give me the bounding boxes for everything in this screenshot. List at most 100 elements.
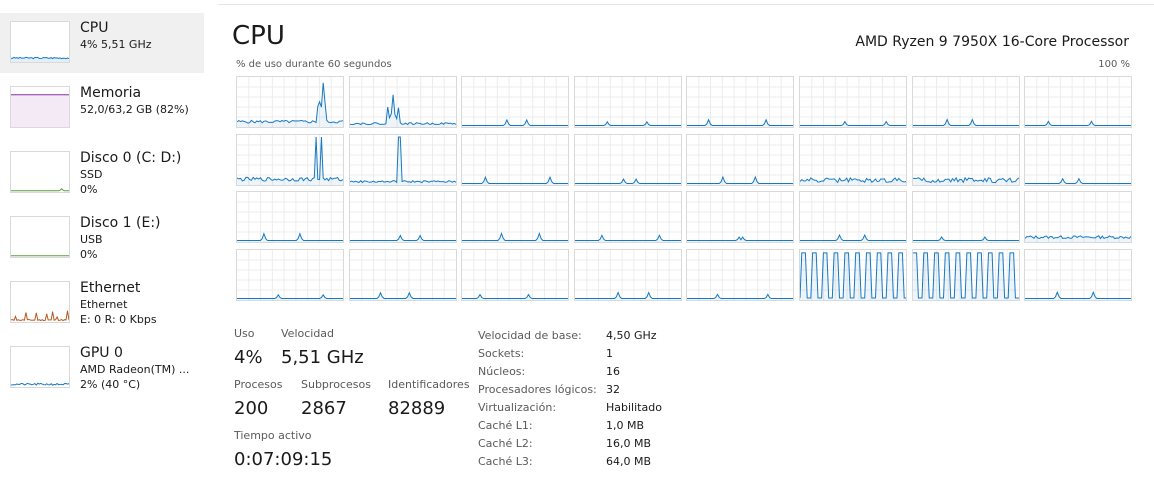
logical-processor-graph xyxy=(236,133,344,186)
logical-processor-graph xyxy=(348,248,457,301)
logical-processor-graph xyxy=(911,248,1020,301)
graph-caption: % de uso durante 60 segundos xyxy=(236,59,392,70)
sidebar-item-title: GPU 0 xyxy=(80,345,123,361)
logical-processor-graph xyxy=(236,76,344,128)
stat-label: Tiempo activo xyxy=(234,429,312,442)
sidebar-item-detail: Ethernet xyxy=(80,298,128,311)
detail-value: 32 xyxy=(606,383,620,396)
sidebar-item-detail: 0% xyxy=(80,183,98,196)
detail-row: Núcleos: 16 xyxy=(478,363,662,381)
sidebar-item-title: Ethernet xyxy=(80,280,141,296)
sidebar-item-detail: 0% xyxy=(80,248,98,261)
stat-label: Identificadores xyxy=(388,378,470,391)
logical-processor-graph xyxy=(236,191,344,243)
graph-max-label: 100 % xyxy=(1098,59,1130,70)
logical-processor-graph xyxy=(1024,248,1133,301)
logical-processor-graph xyxy=(1024,76,1133,128)
logical-processor-graph xyxy=(799,133,907,186)
sidebar-item-title: Memoria xyxy=(80,85,142,101)
logical-processor-graph xyxy=(686,191,795,243)
sidebar-item-detail: SSD xyxy=(80,168,103,181)
detail-key: Procesadores lógicos: xyxy=(478,383,597,396)
cpu-performance-panel: CPU AMD Ryzen 9 7950X 16-Core Processor … xyxy=(232,0,1154,483)
stat-label: Subprocesos xyxy=(301,378,371,391)
stat-value: 200 xyxy=(234,398,269,419)
detail-key: Velocidad de base: xyxy=(478,329,582,342)
stat-value: 4% xyxy=(234,347,263,368)
stat-procesos: Procesos 200 xyxy=(234,378,282,420)
detail-row: Caché L1: 1,0 MB xyxy=(478,417,662,435)
logical-processor-graph xyxy=(461,76,570,128)
cpu-mini-graph-icon xyxy=(10,21,70,63)
detail-value: Habilitado xyxy=(606,401,662,414)
logical-processor-graph xyxy=(1024,133,1133,186)
logical-processor-graph xyxy=(461,133,570,186)
sidebar-item-title: CPU xyxy=(80,20,109,36)
stat-velocidad: Velocidad 5,51 GHz xyxy=(281,327,364,369)
sidebar-item-detail: 4% 5,51 GHz xyxy=(80,38,152,51)
detail-row: Velocidad de base: 4,50 GHz xyxy=(478,327,662,345)
detail-row: Procesadores lógicos: 32 xyxy=(478,381,662,399)
logical-processor-graph xyxy=(461,248,570,301)
logical-processor-graph xyxy=(573,191,682,243)
disk-mini-graph-icon xyxy=(10,151,70,193)
logical-processor-graph xyxy=(1024,191,1133,243)
sidebar-item-memory[interactable]: Memoria 52,0/63,2 GB (82%) xyxy=(0,78,204,138)
logical-processor-graph xyxy=(799,248,907,301)
detail-key: Virtualización: xyxy=(478,401,557,414)
logical-processor-graph xyxy=(573,76,682,128)
sidebar-item-ethernet[interactable]: Ethernet Ethernet E: 0 R: 0 Kbps xyxy=(0,273,204,333)
logical-processor-graph xyxy=(911,133,1020,186)
resource-sidebar: CPU 4% 5,51 GHz Memoria 52,0/63,2 GB (82… xyxy=(0,13,204,403)
stat-uso: Uso 4% xyxy=(234,327,263,369)
disk-mini-graph-icon xyxy=(10,216,70,258)
logical-processor-graph xyxy=(573,133,682,186)
stat-label: Procesos xyxy=(234,378,283,391)
sidebar-item-title: Disco 1 (E:) xyxy=(80,215,161,231)
detail-value: 1 xyxy=(606,347,613,360)
sidebar-item-cpu[interactable]: CPU 4% 5,51 GHz xyxy=(0,13,204,73)
cpu-details-list: Velocidad de base: 4,50 GHz Sockets: 1 Núc… xyxy=(478,327,662,471)
stat-tiempo-activo: Tiempo activo 0:07:09:15 xyxy=(234,429,332,471)
logical-processor-graph xyxy=(686,76,795,128)
detail-key: Sockets: xyxy=(478,347,525,360)
detail-row: Caché L3: 64,0 MB xyxy=(478,453,662,471)
detail-value: 16,0 MB xyxy=(606,437,652,450)
logical-processor-graph xyxy=(348,191,457,243)
logical-processor-graphs[interactable] xyxy=(236,76,1133,302)
detail-value: 1,0 MB xyxy=(606,419,645,432)
sidebar-item-title: Disco 0 (C: D:) xyxy=(80,150,182,166)
detail-value: 64,0 MB xyxy=(606,455,652,468)
processor-name: AMD Ryzen 9 7950X 16-Core Processor xyxy=(855,34,1129,50)
logical-processor-graph xyxy=(348,133,457,186)
sidebar-item-disk-1[interactable]: Disco 1 (E:) USB 0% xyxy=(0,208,204,268)
sidebar-item-gpu-0[interactable]: GPU 0 AMD Radeon(TM) ... 2% (40 °C) xyxy=(0,338,204,398)
stat-value: 0:07:09:15 xyxy=(234,449,333,470)
page-title: CPU xyxy=(232,21,285,51)
sidebar-item-disk-0[interactable]: Disco 0 (C: D:) SSD 0% xyxy=(0,143,204,203)
sidebar-item-detail: 2% (40 °C) xyxy=(80,378,141,391)
detail-key: Núcleos: xyxy=(478,365,526,378)
network-mini-graph-icon xyxy=(10,281,70,323)
logical-processor-graph xyxy=(573,248,682,301)
detail-key: Caché L1: xyxy=(478,419,533,432)
detail-value: 16 xyxy=(606,365,620,378)
logical-processor-graph xyxy=(461,191,570,243)
detail-key: Caché L3: xyxy=(478,455,533,468)
logical-processor-graph xyxy=(911,191,1020,243)
detail-row: Sockets: 1 xyxy=(478,345,662,363)
gpu-mini-graph-icon xyxy=(10,346,70,388)
detail-row: Virtualización: Habilitado xyxy=(478,399,662,417)
stat-value: 5,51 GHz xyxy=(281,347,364,368)
sidebar-item-detail: USB xyxy=(80,233,103,246)
detail-key: Caché L2: xyxy=(478,437,533,450)
logical-processor-graph xyxy=(686,133,795,186)
stat-identificadores: Identificadores 82889 xyxy=(388,378,470,420)
stat-label: Velocidad xyxy=(281,327,335,340)
stat-value: 2867 xyxy=(301,398,347,419)
logical-processor-graph xyxy=(799,191,907,243)
detail-row: Caché L2: 16,0 MB xyxy=(478,435,662,453)
stat-subprocesos: Subprocesos 2867 xyxy=(301,378,371,420)
logical-processor-graph xyxy=(236,248,344,301)
stat-label: Uso xyxy=(234,327,255,340)
